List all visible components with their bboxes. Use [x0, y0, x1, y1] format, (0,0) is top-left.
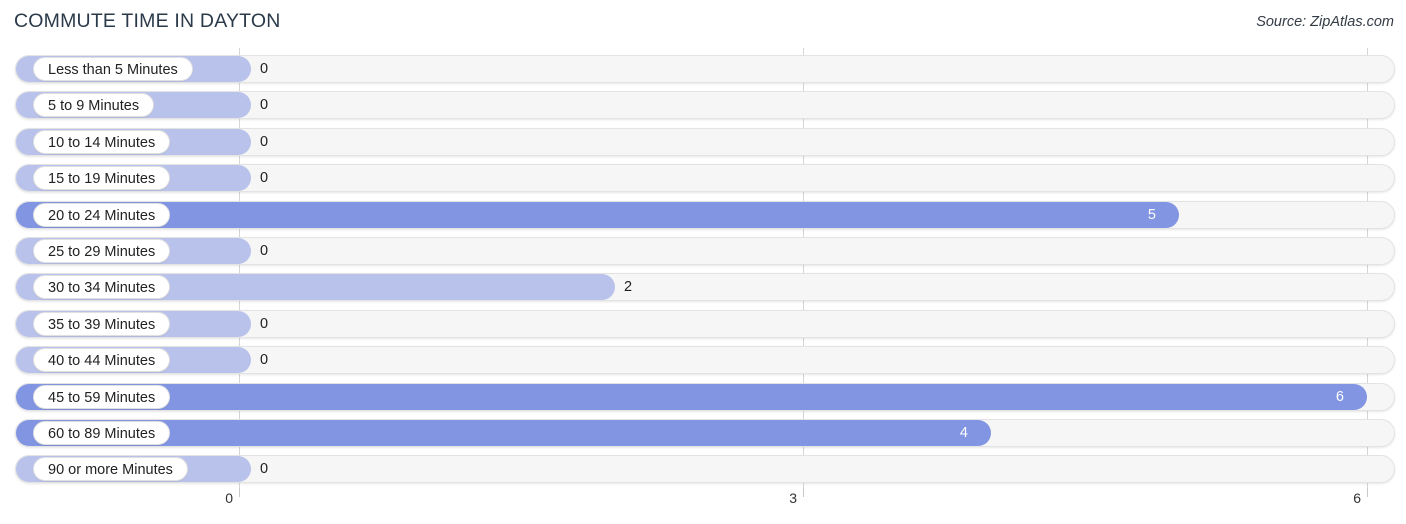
bar-value-label: 0	[260, 352, 269, 369]
axis-tick-mark	[239, 488, 240, 497]
page-title: COMMUTE TIME IN DAYTON	[14, 10, 281, 32]
chart-header: COMMUTE TIME IN DAYTON Source: ZipAtlas.…	[0, 0, 1406, 48]
bar-category-label: 90 or more Minutes	[33, 457, 188, 482]
bar-category-label: 30 to 34 Minutes	[33, 275, 171, 300]
bar-row[interactable]: 45 to 59 Minutes 6	[15, 382, 1395, 411]
bar-value-label: 0	[260, 461, 269, 478]
bar-fill	[16, 201, 1179, 228]
bar-row[interactable]: 20 to 24 Minutes 5	[15, 200, 1395, 229]
bar-row[interactable]: 60 to 89 Minutes 4	[15, 419, 1395, 447]
bar-category-label: Less than 5 Minutes	[33, 57, 193, 81]
bar-row[interactable]: Less than 5 Minutes 0	[15, 55, 1395, 83]
bar-value-label: 0	[260, 61, 269, 77]
bar-category-label: 25 to 29 Minutes	[33, 239, 171, 263]
axis-tick-label: 0	[225, 490, 233, 506]
bar-row[interactable]: 10 to 14 Minutes 0	[15, 127, 1395, 156]
bar-fill	[16, 383, 1367, 410]
bar-value-label: 0	[260, 133, 269, 150]
bar-category-label: 5 to 9 Minutes	[33, 93, 155, 118]
bar-row[interactable]: 15 to 19 Minutes 0	[15, 164, 1395, 193]
bar-category-label: 35 to 39 Minutes	[33, 311, 171, 336]
bar-value-label: 4	[959, 425, 968, 441]
bar-value-label: 0	[260, 170, 269, 187]
axis-tick-mark	[803, 488, 804, 497]
bar-category-label: 20 to 24 Minutes	[33, 202, 171, 227]
bar-value-label: 0	[260, 243, 269, 259]
bar-row[interactable]: 40 to 44 Minutes 0	[15, 346, 1395, 375]
bar-row[interactable]: 5 to 9 Minutes 0	[15, 91, 1395, 120]
bar-rows: Less than 5 Minutes 0 5 to 9 Minutes 0 10 to…	[0, 48, 1406, 488]
bar-value-label: 0	[260, 315, 269, 332]
bar-row[interactable]: 30 to 34 Minutes 2	[15, 273, 1395, 302]
bar-category-label: 10 to 14 Minutes	[33, 129, 171, 154]
bar-value-label: 5	[1147, 206, 1156, 223]
bar-category-label: 15 to 19 Minutes	[33, 166, 171, 191]
axis-tick-mark	[1367, 488, 1368, 497]
bar-category-label: 40 to 44 Minutes	[33, 348, 171, 373]
bar-category-label: 45 to 59 Minutes	[33, 384, 171, 409]
bar-row[interactable]: 35 to 39 Minutes 0	[15, 309, 1395, 338]
bar-category-label: 60 to 89 Minutes	[33, 421, 171, 445]
axis-tick-label: 3	[789, 490, 797, 506]
bar-value-label: 0	[260, 97, 269, 114]
plot-area: Less than 5 Minutes 0 5 to 9 Minutes 0 10 to…	[0, 48, 1406, 488]
bar-value-label: 6	[1335, 388, 1344, 405]
source-attribution: Source: ZipAtlas.com	[1256, 14, 1394, 30]
bar-row[interactable]: 25 to 29 Minutes 0	[15, 237, 1395, 265]
x-axis: 0 3 6	[0, 488, 1406, 524]
axis-tick-label: 6	[1353, 490, 1361, 506]
bar-row[interactable]: 90 or more Minutes 0	[15, 455, 1395, 484]
bar-value-label: 2	[624, 279, 633, 296]
